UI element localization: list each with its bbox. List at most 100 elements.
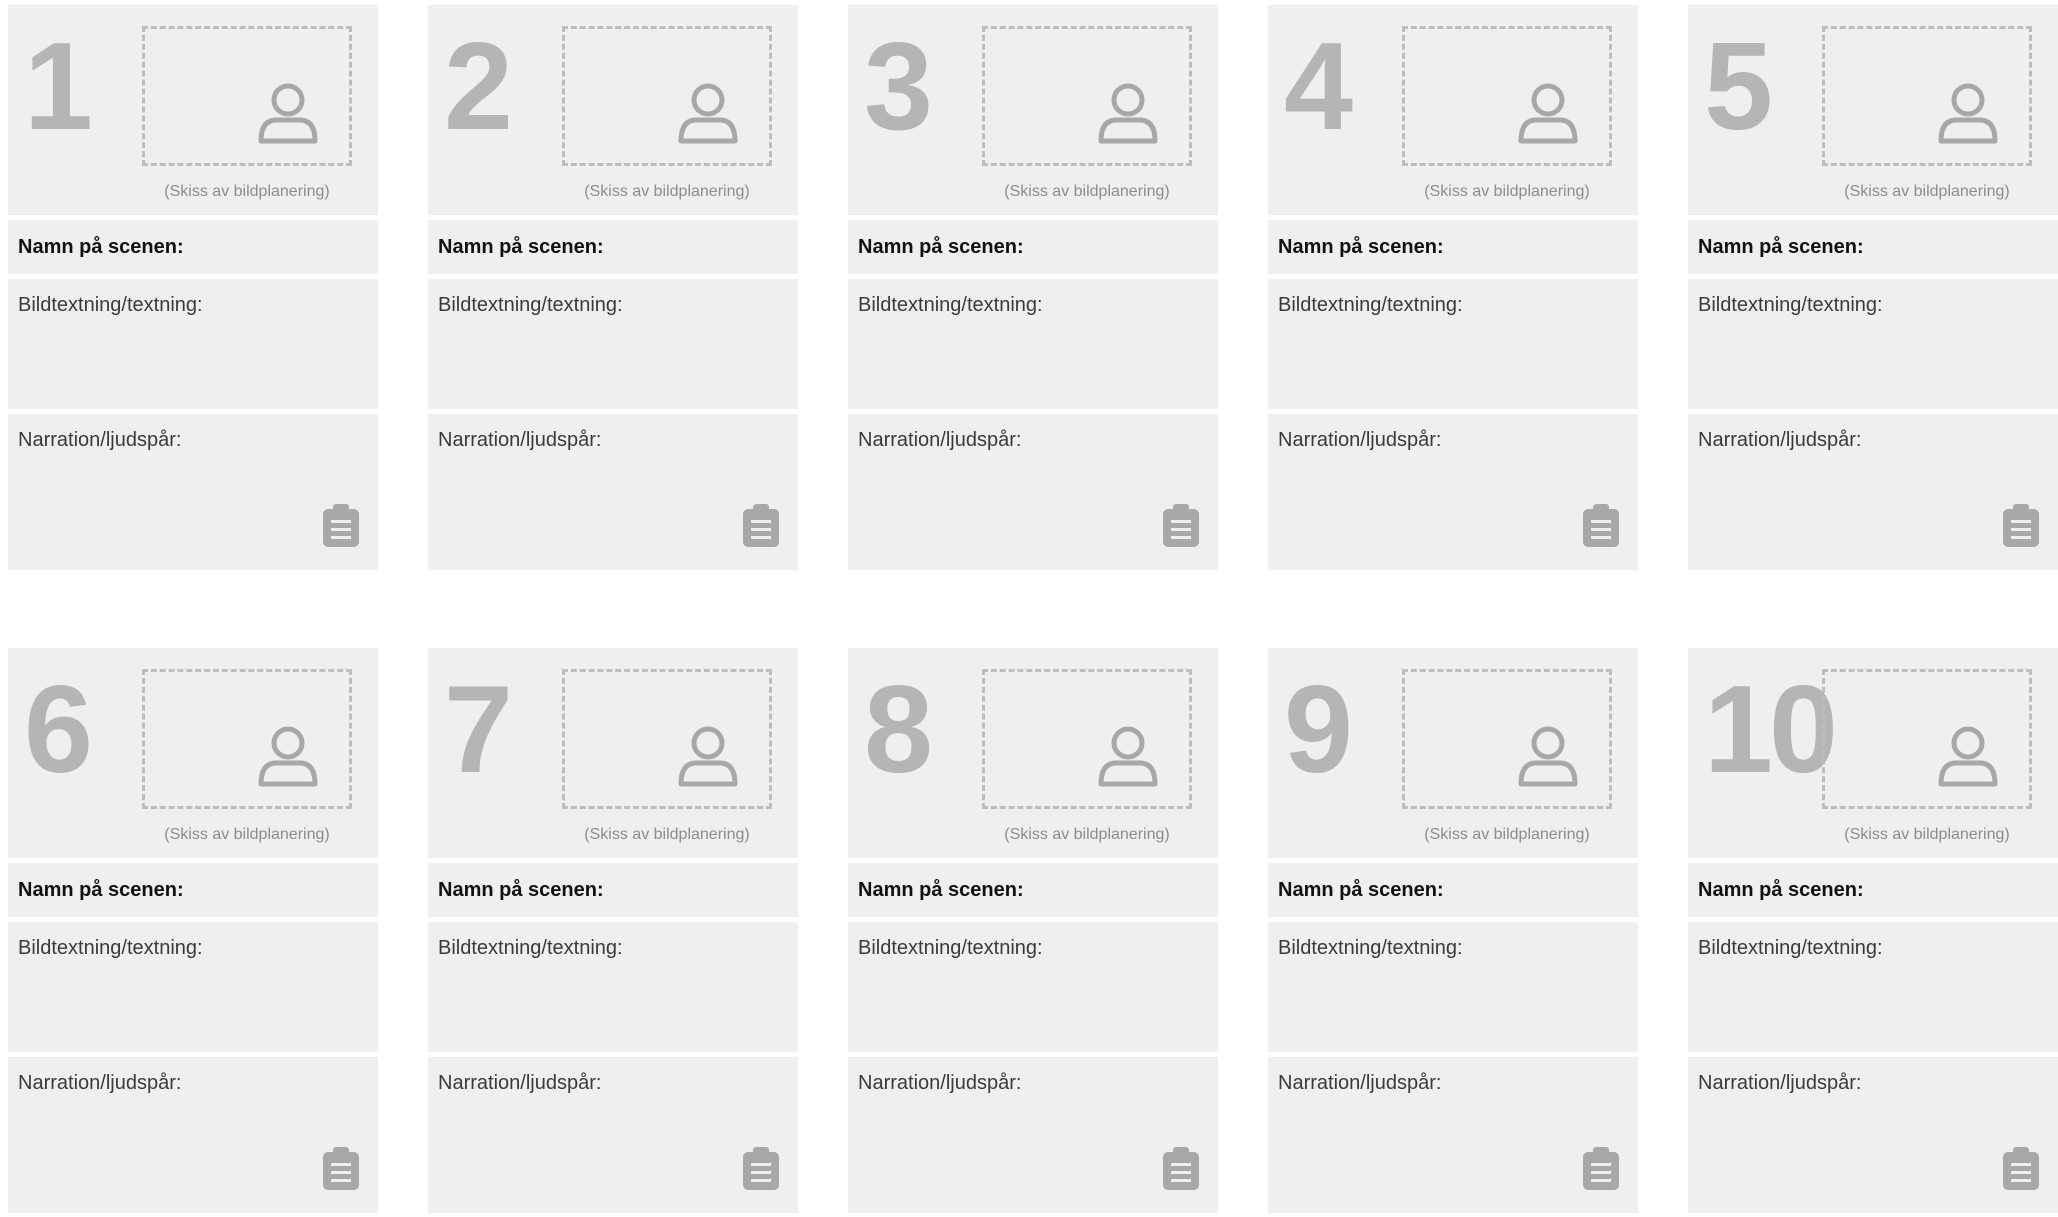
user-icon — [1518, 726, 1578, 787]
caption-text-field[interactable]: Bildtextning/textning: — [1688, 922, 2058, 1052]
narration-field[interactable]: Narration/ljudspår: — [848, 1057, 1218, 1213]
caption-text-label: Bildtextning/textning: — [1278, 294, 1463, 316]
image-frame — [562, 669, 772, 809]
sketch-caption: (Skiss av bildplanering) — [1424, 183, 1590, 200]
narration-field[interactable]: Narration/ljudspår: — [1688, 1057, 2058, 1213]
clipboard-icon — [323, 504, 359, 547]
sketch-area[interactable]: 10 (Skiss av bildplanering) — [1688, 648, 2058, 858]
sketch-area[interactable]: 3 (Skiss av bildplanering) — [848, 5, 1218, 215]
caption-text-label: Bildtextning/textning: — [18, 294, 203, 316]
scene-name-field[interactable]: Namn på scenen: — [428, 863, 798, 917]
scene-name-field[interactable]: Namn på scenen: — [1268, 863, 1638, 917]
sketch-caption: (Skiss av bildplanering) — [584, 183, 750, 200]
caption-text-label: Bildtextning/textning: — [1698, 294, 1883, 316]
scene-card: 4 (Skiss av bildplanering) Namn på scene… — [1268, 5, 1638, 570]
clipboard-icon — [743, 504, 779, 547]
scene-card: 3 (Skiss av bildplanering) Namn på scene… — [848, 5, 1218, 570]
narration-label: Narration/ljudspår: — [1698, 429, 1862, 451]
narration-field[interactable]: Narration/ljudspår: — [1688, 414, 2058, 570]
clipboard-icon — [2003, 1147, 2039, 1190]
caption-text-field[interactable]: Bildtextning/textning: — [1268, 922, 1638, 1052]
user-icon — [1098, 83, 1158, 144]
caption-text-field[interactable]: Bildtextning/textning: — [428, 922, 798, 1052]
image-frame — [1822, 26, 2032, 166]
scene-name-field[interactable]: Namn på scenen: — [1688, 863, 2058, 917]
user-icon — [258, 83, 318, 144]
caption-text-field[interactable]: Bildtextning/textning: — [8, 279, 378, 409]
scene-number: 1 — [24, 18, 93, 156]
caption-text-label: Bildtextning/textning: — [858, 937, 1043, 959]
scene-card: 6 (Skiss av bildplanering) Namn på scene… — [8, 648, 378, 1213]
caption-text-label: Bildtextning/textning: — [18, 937, 203, 959]
sketch-area[interactable]: 9 (Skiss av bildplanering) — [1268, 648, 1638, 858]
caption-text-label: Bildtextning/textning: — [858, 294, 1043, 316]
scene-number: 2 — [444, 18, 513, 156]
image-frame — [982, 669, 1192, 809]
storyboard-grid: 1 (Skiss av bildplanering) Namn på scene… — [8, 5, 2058, 1213]
sketch-area[interactable]: 1 (Skiss av bildplanering) — [8, 5, 378, 215]
narration-field[interactable]: Narration/ljudspår: — [1268, 1057, 1638, 1213]
narration-field[interactable]: Narration/ljudspår: — [848, 414, 1218, 570]
clipboard-icon — [743, 1147, 779, 1190]
sketch-area[interactable]: 4 (Skiss av bildplanering) — [1268, 5, 1638, 215]
scene-name-field[interactable]: Namn på scenen: — [848, 220, 1218, 274]
sketch-area[interactable]: 5 (Skiss av bildplanering) — [1688, 5, 2058, 215]
user-icon — [1938, 83, 1998, 144]
narration-label: Narration/ljudspår: — [858, 429, 1022, 451]
sketch-caption: (Skiss av bildplanering) — [164, 183, 330, 200]
scene-name-field[interactable]: Namn på scenen: — [8, 220, 378, 274]
caption-text-field[interactable]: Bildtextning/textning: — [8, 922, 378, 1052]
image-frame — [142, 669, 352, 809]
sketch-area[interactable]: 8 (Skiss av bildplanering) — [848, 648, 1218, 858]
scene-card: 2 (Skiss av bildplanering) Namn på scene… — [428, 5, 798, 570]
caption-text-field[interactable]: Bildtextning/textning: — [848, 279, 1218, 409]
narration-field[interactable]: Narration/ljudspår: — [8, 414, 378, 570]
sketch-area[interactable]: 2 (Skiss av bildplanering) — [428, 5, 798, 215]
narration-label: Narration/ljudspår: — [858, 1072, 1022, 1094]
clipboard-icon — [1163, 1147, 1199, 1190]
image-frame — [1402, 26, 1612, 166]
sketch-caption: (Skiss av bildplanering) — [1844, 826, 2010, 843]
narration-field[interactable]: Narration/ljudspår: — [428, 1057, 798, 1213]
scene-card: 8 (Skiss av bildplanering) Namn på scene… — [848, 648, 1218, 1213]
user-icon — [678, 726, 738, 787]
caption-text-field[interactable]: Bildtextning/textning: — [848, 922, 1218, 1052]
narration-label: Narration/ljudspår: — [1278, 429, 1442, 451]
caption-text-field[interactable]: Bildtextning/textning: — [428, 279, 798, 409]
scene-number: 7 — [444, 661, 513, 799]
scene-number: 5 — [1704, 18, 1773, 156]
narration-label: Narration/ljudspår: — [438, 429, 602, 451]
scene-name-field[interactable]: Namn på scenen: — [1268, 220, 1638, 274]
sketch-area[interactable]: 6 (Skiss av bildplanering) — [8, 648, 378, 858]
scene-number: 8 — [864, 661, 933, 799]
caption-text-field[interactable]: Bildtextning/textning: — [1688, 279, 2058, 409]
sketch-caption: (Skiss av bildplanering) — [1004, 183, 1170, 200]
clipboard-icon — [1163, 504, 1199, 547]
image-frame — [142, 26, 352, 166]
caption-text-field[interactable]: Bildtextning/textning: — [1268, 279, 1638, 409]
narration-field[interactable]: Narration/ljudspår: — [8, 1057, 378, 1213]
sketch-area[interactable]: 7 (Skiss av bildplanering) — [428, 648, 798, 858]
caption-text-label: Bildtextning/textning: — [1278, 937, 1463, 959]
sketch-caption: (Skiss av bildplanering) — [1844, 183, 2010, 200]
scene-number: 6 — [24, 661, 93, 799]
sketch-caption: (Skiss av bildplanering) — [1424, 826, 1590, 843]
scene-number: 4 — [1284, 18, 1353, 156]
narration-label: Narration/ljudspår: — [1278, 1072, 1442, 1094]
sketch-caption: (Skiss av bildplanering) — [1004, 826, 1170, 843]
scene-name-field[interactable]: Namn på scenen: — [848, 863, 1218, 917]
image-frame — [1402, 669, 1612, 809]
scene-name-field[interactable]: Namn på scenen: — [428, 220, 798, 274]
narration-field[interactable]: Narration/ljudspår: — [1268, 414, 1638, 570]
clipboard-icon — [1583, 504, 1619, 547]
caption-text-label: Bildtextning/textning: — [1698, 937, 1883, 959]
image-frame — [982, 26, 1192, 166]
sketch-caption: (Skiss av bildplanering) — [584, 826, 750, 843]
scene-name-field[interactable]: Namn på scenen: — [1688, 220, 2058, 274]
user-icon — [678, 83, 738, 144]
user-icon — [1098, 726, 1158, 787]
narration-field[interactable]: Narration/ljudspår: — [428, 414, 798, 570]
narration-label: Narration/ljudspår: — [18, 1072, 182, 1094]
user-icon — [1518, 83, 1578, 144]
scene-name-field[interactable]: Namn på scenen: — [8, 863, 378, 917]
